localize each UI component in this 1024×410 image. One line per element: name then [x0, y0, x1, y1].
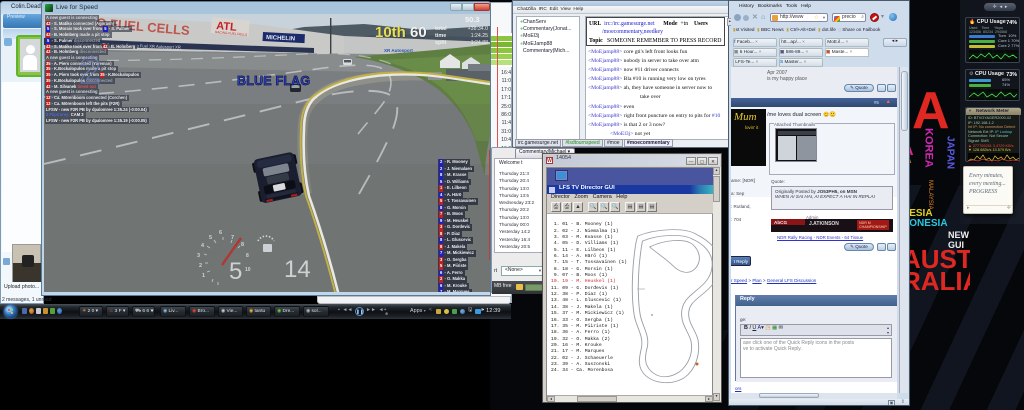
svg-text:BLUE FLAG: BLUE FLAG [237, 74, 310, 88]
svg-text:10: 10 [245, 267, 251, 273]
svg-text:5: 5 [209, 235, 212, 241]
svg-text:8: 8 [246, 253, 249, 259]
svg-text:1: 1 [202, 273, 205, 279]
svg-text:8: 8 [241, 242, 244, 248]
svg-text:5: 5 [229, 258, 242, 285]
svg-text:6: 6 [219, 230, 222, 236]
svg-text:14: 14 [284, 256, 311, 283]
svg-text:3: 3 [197, 253, 200, 259]
svg-text:7: 7 [231, 235, 234, 241]
svg-text:2: 2 [199, 263, 202, 269]
